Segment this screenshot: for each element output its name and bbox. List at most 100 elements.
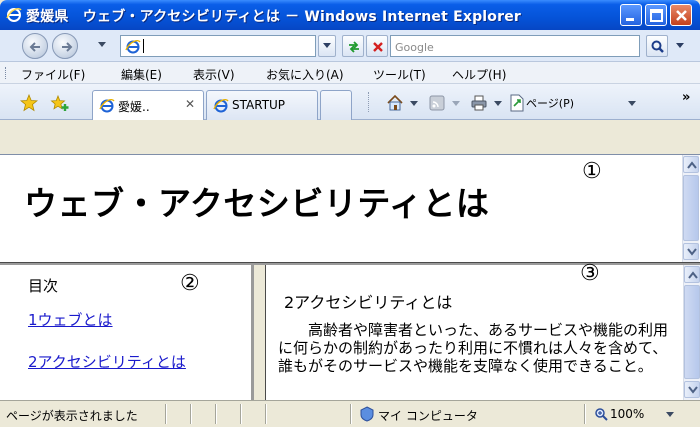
menu-bar: ファイル(F) 編集(E) 表示(V) お気に入り(A) ツール(T) ヘルプ(…	[0, 62, 700, 84]
address-dropdown-button[interactable]	[318, 35, 336, 57]
ie-page-icon	[99, 99, 115, 113]
tab-label: STARTUP	[232, 98, 286, 112]
close-tab-icon[interactable]: ✕	[185, 97, 195, 111]
magnifier-icon	[651, 40, 664, 53]
maximize-icon	[650, 9, 663, 22]
menu-favorites[interactable]: お気に入り(A)	[266, 66, 344, 83]
zoom-icon[interactable]	[594, 407, 608, 421]
status-divider	[190, 404, 192, 424]
feeds-icon[interactable]	[428, 94, 446, 112]
frame-toc: 目次 ② 1ウェブとは 2アクセシビリティとは	[0, 265, 254, 400]
scroll-thumb[interactable]	[683, 175, 699, 241]
home-dropdown-icon[interactable]	[410, 101, 418, 106]
add-favorite-icon[interactable]	[50, 94, 70, 112]
address-bar	[0, 30, 700, 62]
address-field[interactable]	[120, 35, 316, 57]
scroll-up-button[interactable]	[684, 266, 700, 283]
print-icon[interactable]	[470, 94, 488, 112]
status-divider	[584, 404, 586, 424]
status-bar: ページが表示されました マイ コンピュータ 100%	[0, 400, 700, 427]
menu-view[interactable]: 表示(V)	[193, 66, 235, 83]
forward-button[interactable]	[52, 33, 78, 59]
ie-page-icon	[213, 99, 229, 113]
scroll-up-button[interactable]	[683, 156, 699, 173]
scroll-down-button[interactable]	[683, 243, 699, 260]
ie-window: 愛媛県 ウェブ・アクセシビリティとは － Windows Internet Ex…	[0, 0, 700, 427]
search-box[interactable]	[390, 35, 640, 58]
header-scrollbar[interactable]	[682, 155, 699, 262]
status-message: ページが表示されました	[6, 409, 138, 423]
section-heading: 2アクセシビリティとは	[284, 293, 453, 312]
close-icon	[676, 10, 687, 21]
search-options-button[interactable]	[672, 35, 688, 57]
chevron-down-icon	[687, 248, 697, 256]
frame-content: ③ 2アクセシビリティとは 高齢者や障害者といった、あるサービスや機能の利用に何…	[265, 261, 700, 400]
menu-file[interactable]: ファイル(F)	[21, 66, 85, 83]
stop-x-icon	[373, 42, 383, 52]
status-divider	[240, 404, 242, 424]
menu-edit[interactable]: 編集(E)	[121, 66, 162, 83]
back-arrow-icon	[29, 42, 40, 52]
my-computer-zone-icon	[360, 406, 374, 422]
chevron-down-icon	[688, 386, 698, 394]
page-title: ウェブ・アクセシビリティとは	[24, 184, 490, 223]
zoom-level[interactable]: 100%	[610, 407, 644, 421]
feeds-dropdown-icon[interactable]	[452, 101, 460, 106]
status-divider	[215, 404, 217, 424]
content-scrollbar[interactable]	[683, 265, 700, 400]
search-button[interactable]	[646, 35, 668, 57]
frame-marker-2: ②	[180, 271, 200, 296]
toolbar-separator	[368, 92, 369, 112]
status-divider	[165, 404, 167, 424]
zone-label: マイ コンピュータ	[378, 409, 478, 423]
maximize-button[interactable]	[645, 4, 667, 26]
minimize-button[interactable]	[620, 4, 642, 26]
refresh-icon	[349, 41, 359, 53]
chevron-up-icon	[687, 161, 697, 169]
tab-ehime[interactable]: 愛媛.. ✕	[92, 90, 204, 121]
tab-startup[interactable]: STARTUP	[206, 90, 318, 120]
frame-marker-1: ①	[582, 159, 602, 184]
history-dropdown-icon[interactable]	[98, 42, 106, 47]
frame-marker-3: ③	[580, 261, 600, 286]
close-window-button[interactable]	[670, 4, 692, 26]
page-dropdown-icon[interactable]	[628, 101, 636, 106]
toolbar-grip[interactable]	[5, 67, 7, 79]
page-menu-label[interactable]: ページ(P)	[526, 95, 574, 111]
scroll-thumb[interactable]	[684, 285, 700, 379]
back-button[interactable]	[22, 33, 48, 59]
frame-gap	[0, 120, 700, 154]
text-caret	[143, 39, 144, 53]
refresh-button[interactable]	[342, 35, 364, 57]
home-icon[interactable]	[386, 94, 404, 112]
menu-tools[interactable]: ツール(T)	[373, 66, 426, 83]
tab-bar: 愛媛.. ✕ STARTUP ページ(P) »	[0, 84, 700, 121]
new-tab-button[interactable]	[320, 90, 352, 120]
favorites-star-icon[interactable]	[20, 94, 38, 112]
chevron-down-icon	[323, 43, 331, 48]
toc-heading: 目次	[28, 277, 59, 295]
chevron-up-icon	[688, 271, 698, 279]
scroll-down-button[interactable]	[684, 381, 700, 398]
toc-link-web[interactable]: 1ウェブとは	[28, 309, 113, 330]
forward-arrow-icon	[62, 42, 73, 52]
print-dropdown-icon[interactable]	[494, 101, 502, 106]
window-title: 愛媛県 ウェブ・アクセシビリティとは － Windows Internet Ex…	[26, 9, 522, 25]
stop-button[interactable]	[366, 35, 388, 57]
page-icon	[125, 40, 141, 54]
toc-link-accessibility[interactable]: 2アクセシビリティとは	[28, 351, 186, 372]
toolbar-overflow-chevron[interactable]: »	[682, 90, 690, 105]
status-divider	[350, 404, 352, 424]
zoom-dropdown-icon[interactable]	[666, 412, 674, 417]
ie-logo-icon	[6, 7, 22, 22]
page-menu-icon[interactable]	[508, 94, 526, 112]
title-bar[interactable]: 愛媛県 ウェブ・アクセシビリティとは － Windows Internet Ex…	[0, 0, 700, 30]
minimize-icon	[626, 18, 634, 21]
status-divider	[265, 404, 267, 424]
chevron-down-icon	[676, 43, 684, 48]
search-input[interactable]	[391, 37, 639, 58]
section-body: 高齢者や障害者といった、あるサービスや機能の利用に何らかの制約があったり利用に不…	[278, 321, 669, 375]
frame-header: ウェブ・アクセシビリティとは ①	[0, 154, 700, 263]
menu-help[interactable]: ヘルプ(H)	[452, 66, 506, 83]
tab-label: 愛媛..	[118, 100, 150, 114]
